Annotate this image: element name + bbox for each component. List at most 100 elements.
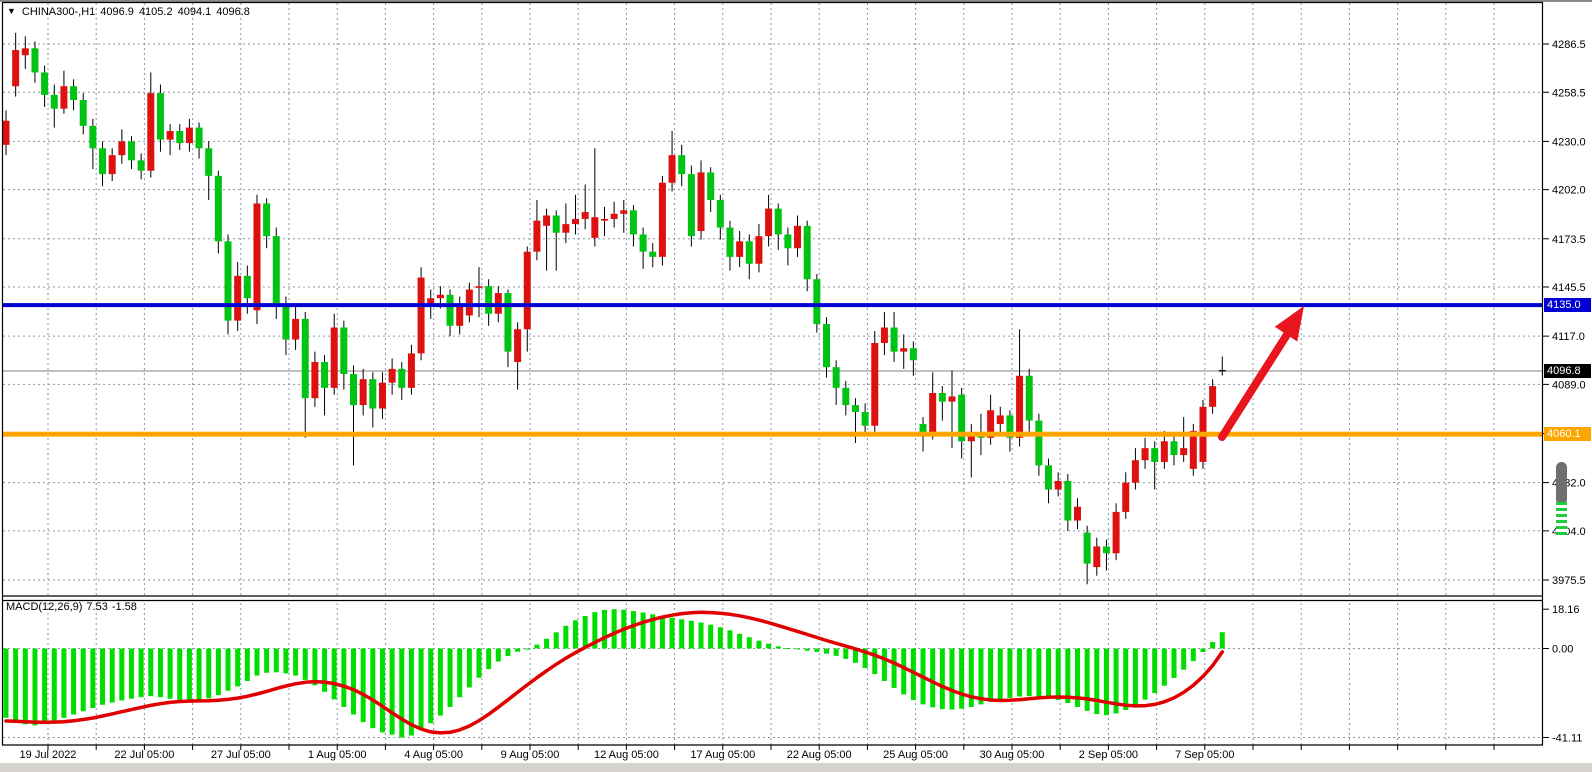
candle	[51, 95, 58, 109]
candle	[360, 379, 367, 405]
candle	[669, 155, 676, 183]
price-axis-label: 4286.5	[1552, 39, 1586, 51]
macd-bar	[756, 641, 761, 649]
candle	[678, 155, 685, 174]
macd-bar	[583, 616, 588, 648]
macd-bar	[534, 645, 539, 649]
candle	[1093, 546, 1100, 567]
macd-bar	[737, 634, 742, 649]
candle	[70, 86, 77, 100]
candle	[475, 286, 482, 288]
time-axis-label: 19 Jul 2022	[20, 749, 77, 761]
macd-bar	[814, 649, 819, 652]
macd-bar	[949, 649, 954, 710]
support-line[interactable]	[2, 432, 1543, 437]
candle	[755, 236, 762, 264]
macd-bar	[419, 649, 424, 730]
price-axis-label: 3975.5	[1552, 575, 1586, 587]
macd-bar	[563, 626, 568, 649]
candle	[553, 215, 560, 232]
candle	[630, 210, 637, 234]
time-axis-label: 27 Jul 05:00	[211, 749, 271, 761]
candle	[99, 148, 106, 174]
candle	[948, 396, 955, 401]
macd-bar	[168, 649, 173, 699]
price-axis-label: 4230.0	[1552, 136, 1586, 148]
macd-bar	[1191, 649, 1196, 662]
candle	[746, 241, 753, 263]
candle	[582, 212, 589, 219]
macd-bar	[959, 649, 964, 709]
chart-window: 4286.54258.54230.04202.04173.54145.54117…	[0, 0, 1592, 772]
candle	[698, 172, 705, 231]
candle	[3, 121, 10, 145]
candle	[398, 369, 405, 388]
macd-bar	[4, 649, 9, 718]
macd-current-value: 7.53	[86, 601, 107, 613]
time-axis-label: 4 Aug 05:00	[404, 749, 463, 761]
macd-bar	[226, 649, 231, 691]
candle	[225, 241, 232, 320]
candle	[1113, 512, 1120, 553]
scrollbar-thumb-cap[interactable]	[1556, 462, 1567, 502]
macd-bar	[187, 649, 192, 702]
price-axis-label: 4145.5	[1552, 282, 1586, 294]
symbol-dropdown-icon[interactable]: ▼	[7, 6, 16, 16]
macd-bar	[216, 649, 221, 696]
candle	[60, 86, 67, 108]
price-axis-label: 4202.0	[1552, 185, 1586, 197]
ohlc-high: 4105.2	[139, 6, 173, 18]
macd-bar	[641, 613, 646, 649]
macd-bar	[90, 649, 95, 709]
candle	[205, 148, 212, 176]
macd-bar	[940, 649, 945, 710]
resistance-line[interactable]	[2, 303, 1543, 307]
macd-bar	[32, 649, 37, 726]
macd-bar	[670, 618, 675, 649]
candle	[533, 221, 540, 252]
candle	[389, 369, 396, 383]
top-strip	[0, 0, 1592, 2]
ohlc-low: 4094.1	[178, 6, 212, 18]
macd-bar	[699, 623, 704, 649]
macd-bar	[1094, 649, 1099, 715]
candles-series	[3, 33, 1226, 585]
candle	[765, 209, 772, 237]
candle	[640, 234, 647, 251]
candle	[282, 305, 289, 339]
candle	[852, 405, 859, 412]
macd-bar	[1200, 649, 1205, 652]
candle	[726, 228, 733, 257]
candle	[775, 209, 782, 235]
macd-bar	[129, 649, 134, 699]
macd-bar	[612, 609, 617, 648]
macd-bar	[1152, 649, 1157, 694]
candle	[794, 226, 801, 248]
macd-bar	[42, 649, 47, 724]
macd-bar	[486, 649, 491, 670]
time-axis-label: 22 Jul 05:00	[114, 749, 174, 761]
macd-bar	[264, 649, 269, 673]
candle	[408, 353, 415, 387]
macd-bar	[23, 649, 28, 725]
candle	[138, 160, 145, 170]
macd-bar	[892, 649, 897, 688]
macd-bar	[1085, 649, 1090, 711]
candle	[736, 241, 743, 257]
macd-bar	[303, 649, 308, 680]
macd-bar	[785, 648, 790, 649]
scrollbar-thumb[interactable]	[1556, 462, 1567, 537]
price-axis-label: 4258.5	[1552, 87, 1586, 99]
macd-bar	[52, 649, 57, 722]
macd-bar	[1056, 649, 1061, 701]
macd-bar	[148, 649, 153, 697]
macd-bar	[988, 649, 993, 702]
macd-bar	[930, 649, 935, 708]
macd-bar	[361, 649, 366, 723]
macd-bar	[1181, 649, 1186, 670]
candle	[891, 328, 898, 352]
trend-arrow-shaft[interactable]	[1222, 333, 1288, 437]
macd-bar	[602, 610, 607, 649]
macd-bar	[110, 649, 115, 703]
candle	[176, 131, 183, 143]
